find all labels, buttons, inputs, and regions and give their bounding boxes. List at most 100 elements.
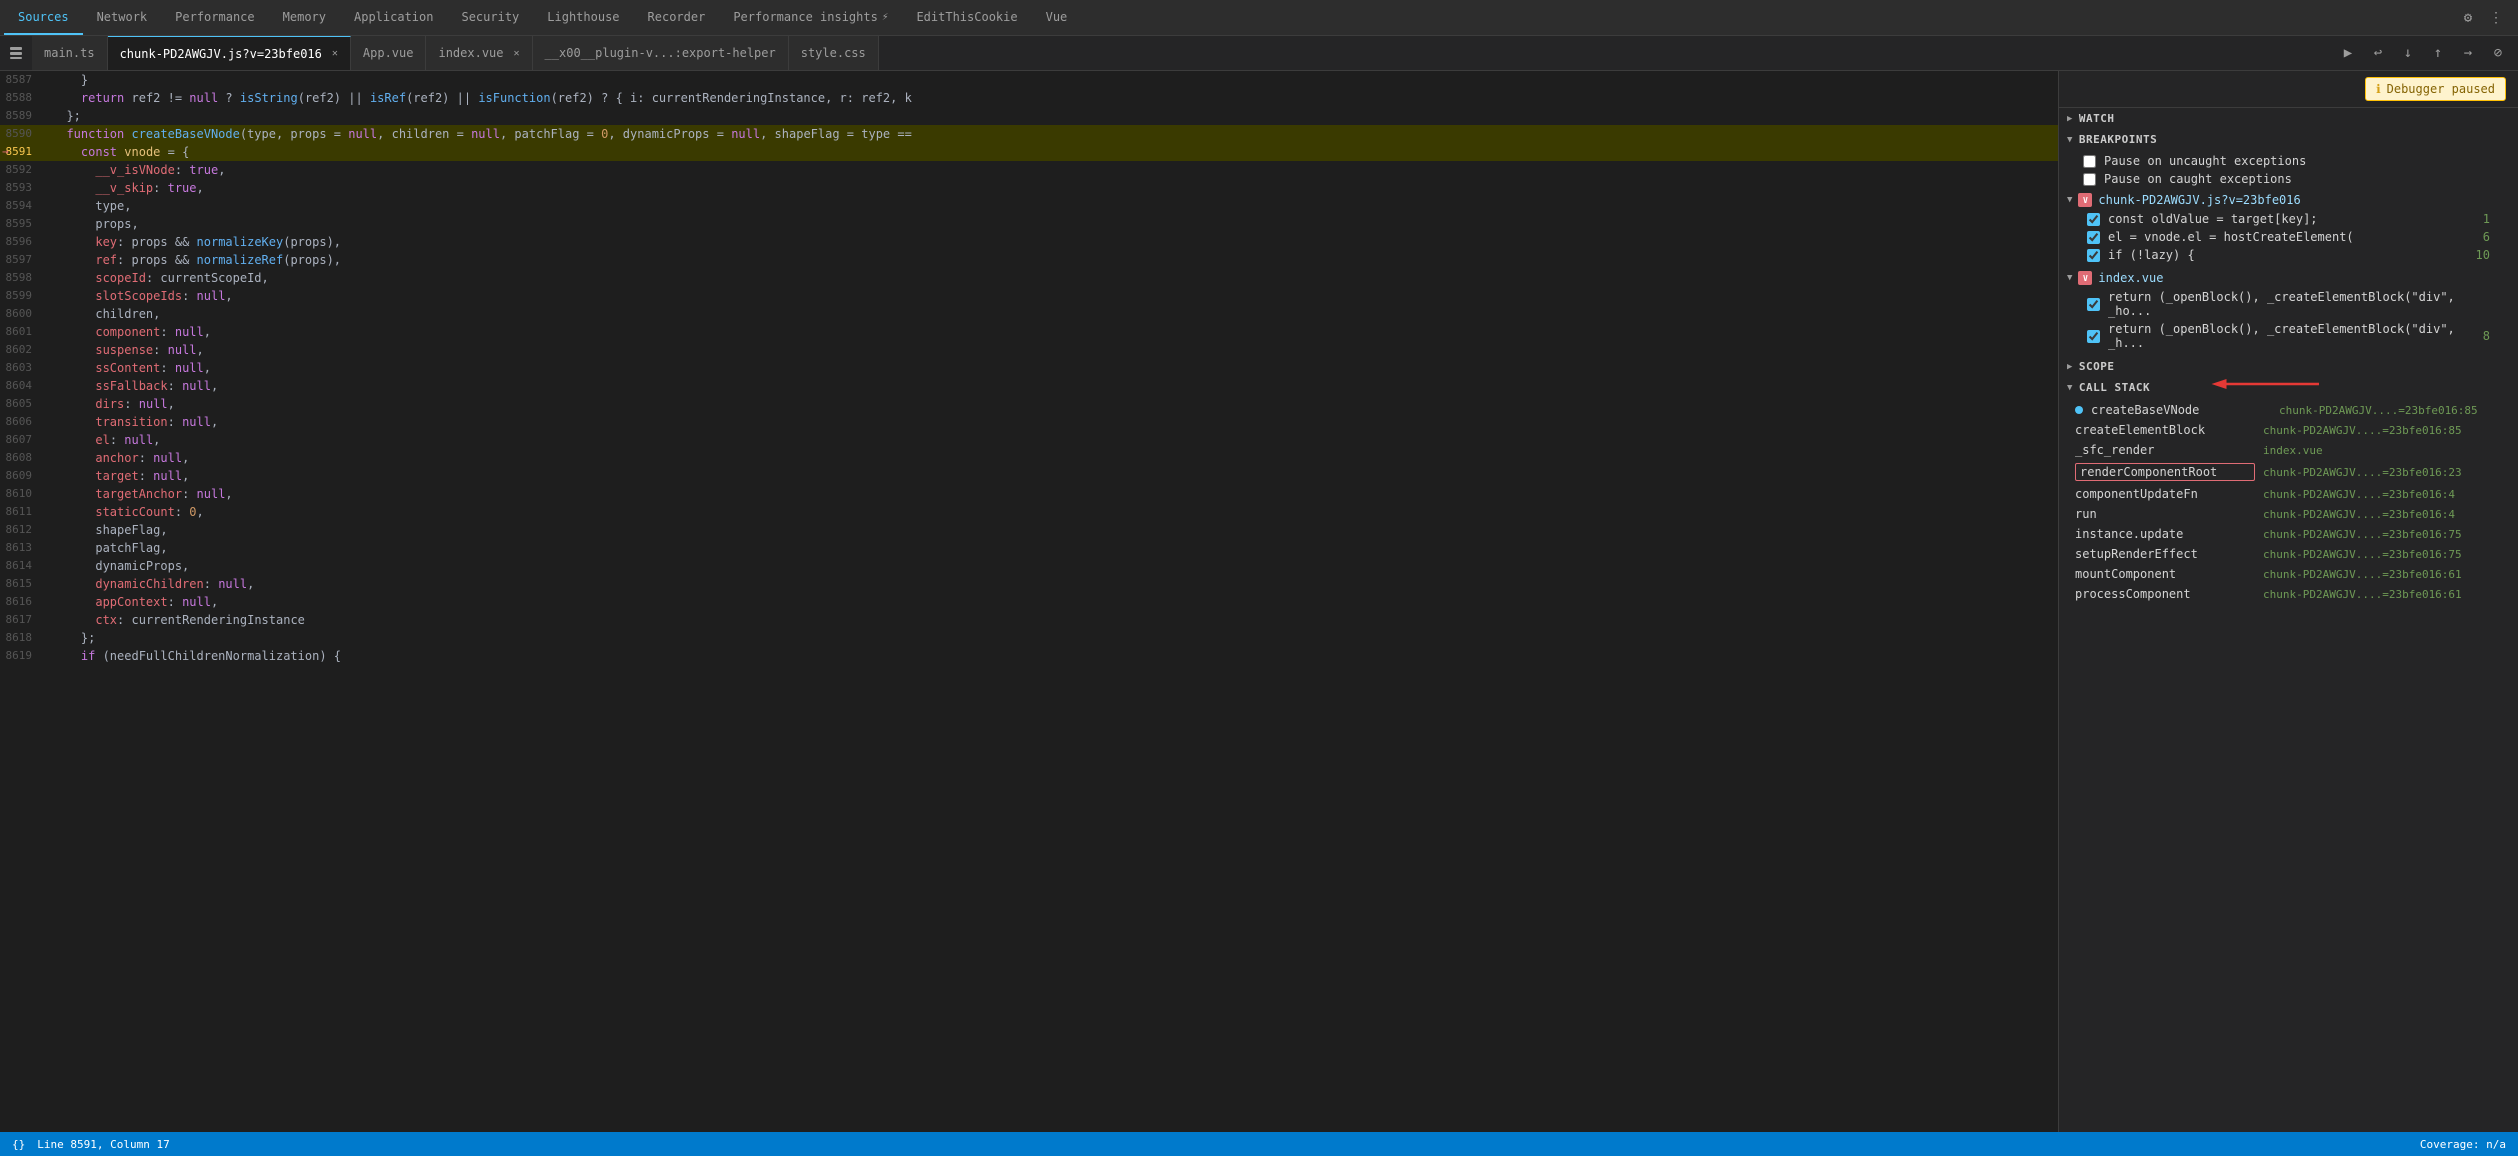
bp-code-chunk-2: if (!lazy) { bbox=[2108, 248, 2195, 262]
code-line-8599: 8599 slotScopeIds: null, bbox=[0, 287, 2058, 305]
pause-uncaught-item[interactable]: Pause on uncaught exceptions bbox=[2059, 152, 2518, 170]
bp-item-chunk-0[interactable]: const oldValue = target[key]; 1 bbox=[2059, 210, 2518, 228]
cs-item-3[interactable]: renderComponentRoot chunk-PD2AWGJV....=2… bbox=[2059, 460, 2518, 484]
breakpoints-chevron: ▼ bbox=[2067, 135, 2073, 145]
callstack-label: Call Stack bbox=[2079, 381, 2150, 394]
bp-item-chunk-1[interactable]: el = vnode.el = hostCreateElement( 6 bbox=[2059, 228, 2518, 246]
scope-label: Scope bbox=[2079, 360, 2115, 373]
cs-item-5[interactable]: run chunk-PD2AWGJV....=23bfe016:4 bbox=[2059, 504, 2518, 524]
tab-memory[interactable]: Memory bbox=[269, 0, 340, 35]
panel-scroll[interactable]: ▶ Watch ▼ Breakpoints Pause on uncaught … bbox=[2059, 108, 2518, 1132]
bp-checkbox-chunk-0[interactable] bbox=[2087, 213, 2100, 226]
cs-fn-4: componentUpdateFn bbox=[2075, 487, 2255, 501]
bp-file-icon-index: V bbox=[2078, 271, 2092, 285]
cs-fn-0: createBaseVNode bbox=[2091, 403, 2271, 417]
close-tab-chunk[interactable]: ✕ bbox=[332, 48, 338, 59]
bp-checkbox-chunk-2[interactable] bbox=[2087, 249, 2100, 262]
cs-item-7[interactable]: setupRenderEffect chunk-PD2AWGJV....=23b… bbox=[2059, 544, 2518, 564]
code-line-8587: 8587 } bbox=[0, 71, 2058, 89]
top-tab-bar: Sources Network Performance Memory Appli… bbox=[0, 0, 2518, 36]
watch-section-header[interactable]: ▶ Watch bbox=[2059, 108, 2518, 129]
code-line-8589: 8589 }; bbox=[0, 107, 2058, 125]
status-bar: {} Line 8591, Column 17 Coverage: n/a bbox=[0, 1132, 2518, 1156]
file-tab-main-ts[interactable]: main.ts bbox=[32, 36, 108, 70]
breakpoints-section-header[interactable]: ▼ Breakpoints bbox=[2059, 129, 2518, 150]
file-tab-style-css[interactable]: style.css bbox=[789, 36, 879, 70]
scope-chevron: ▶ bbox=[2067, 362, 2073, 372]
deactivate-bp-icon[interactable]: ⊘ bbox=[2486, 41, 2510, 65]
cs-file-0: chunk-PD2AWGJV....=23bfe016:85 bbox=[2279, 404, 2478, 417]
pause-caught-item[interactable]: Pause on caught exceptions bbox=[2059, 170, 2518, 188]
cs-item-2[interactable]: _sfc_render index.vue bbox=[2059, 440, 2518, 460]
code-line-8603: 8603 ssContent: null, bbox=[0, 359, 2058, 377]
cs-fn-5: run bbox=[2075, 507, 2255, 521]
bp-code-chunk-1: el = vnode.el = hostCreateElement( bbox=[2108, 230, 2354, 244]
code-line-8611: 8611 staticCount: 0, bbox=[0, 503, 2058, 521]
code-editor[interactable]: 8587 } 8588 return ref2 != null ? isStri… bbox=[0, 71, 2058, 1132]
resume-icon[interactable]: ▶ bbox=[2336, 41, 2360, 65]
code-line-8590: 8590 function createBaseVNode(type, prop… bbox=[0, 125, 2058, 143]
cs-item-1[interactable]: createElementBlock chunk-PD2AWGJV....=23… bbox=[2059, 420, 2518, 440]
tab-recorder[interactable]: Recorder bbox=[634, 0, 720, 35]
step-out-icon[interactable]: ↑ bbox=[2426, 41, 2450, 65]
bp-checkbox-index-1[interactable] bbox=[2087, 330, 2100, 343]
code-line-8593: 8593 __v_skip: true, bbox=[0, 179, 2058, 197]
tab-performance[interactable]: Performance bbox=[161, 0, 268, 35]
cs-item-8[interactable]: mountComponent chunk-PD2AWGJV....=23bfe0… bbox=[2059, 564, 2518, 584]
tab-security[interactable]: Security bbox=[447, 0, 533, 35]
pause-uncaught-label: Pause on uncaught exceptions bbox=[2104, 154, 2306, 168]
close-tab-index[interactable]: ✕ bbox=[514, 48, 520, 59]
step-over-icon[interactable]: ↩ bbox=[2366, 41, 2390, 65]
bp-checkbox-index-0[interactable] bbox=[2087, 298, 2100, 311]
callstack-chevron: ▼ bbox=[2067, 383, 2073, 393]
bp-file-header-index[interactable]: ▼ V index.vue bbox=[2059, 268, 2518, 288]
pause-uncaught-checkbox[interactable] bbox=[2083, 155, 2096, 168]
cs-item-4[interactable]: componentUpdateFn chunk-PD2AWGJV....=23b… bbox=[2059, 484, 2518, 504]
pause-caught-checkbox[interactable] bbox=[2083, 173, 2096, 186]
code-line-8617: 8617 ctx: currentRenderingInstance bbox=[0, 611, 2058, 629]
tab-network[interactable]: Network bbox=[83, 0, 162, 35]
code-line-8605: 8605 dirs: null, bbox=[0, 395, 2058, 413]
code-line-8608: 8608 anchor: null, bbox=[0, 449, 2058, 467]
code-line-8606: 8606 transition: null, bbox=[0, 413, 2058, 431]
step-icon[interactable]: → bbox=[2456, 41, 2480, 65]
cs-item-0[interactable]: createBaseVNode chunk-PD2AWGJV....=23bfe… bbox=[2059, 400, 2518, 420]
cs-fn-8: mountComponent bbox=[2075, 567, 2255, 581]
bp-code-index-0: return (_openBlock(), _createElementBloc… bbox=[2108, 290, 2490, 318]
bp-item-index-1[interactable]: return (_openBlock(), _createElementBloc… bbox=[2059, 320, 2518, 352]
tab-performance-insights[interactable]: Performance insights ⚡ bbox=[719, 0, 902, 35]
tab-application[interactable]: Application bbox=[340, 0, 447, 35]
tab-lighthouse[interactable]: Lighthouse bbox=[533, 0, 633, 35]
bp-item-index-0[interactable]: return (_openBlock(), _createElementBloc… bbox=[2059, 288, 2518, 320]
cs-fn-2: _sfc_render bbox=[2075, 443, 2255, 457]
code-line-8595: 8595 props, bbox=[0, 215, 2058, 233]
tab-sources[interactable]: Sources bbox=[4, 0, 83, 35]
file-tab-chunk[interactable]: chunk-PD2AWGJV.js?v=23bfe016 ✕ bbox=[108, 36, 351, 70]
status-coverage: Coverage: n/a bbox=[2420, 1138, 2506, 1151]
tab-editthiscookie[interactable]: EditThisCookie bbox=[902, 0, 1031, 35]
bp-item-chunk-2[interactable]: if (!lazy) { 10 bbox=[2059, 246, 2518, 264]
file-tab-index-vue[interactable]: index.vue ✕ bbox=[426, 36, 532, 70]
callstack-content: createBaseVNode chunk-PD2AWGJV....=23bfe… bbox=[2059, 398, 2518, 606]
debugger-banner: ℹ Debugger paused bbox=[2059, 71, 2518, 108]
bp-checkbox-chunk-1[interactable] bbox=[2087, 231, 2100, 244]
code-line-8604: 8604 ssFallback: null, bbox=[0, 377, 2058, 395]
tab-vue[interactable]: Vue bbox=[1032, 0, 1082, 35]
more-icon[interactable]: ⋮ bbox=[2486, 8, 2506, 28]
cs-item-9[interactable]: processComponent chunk-PD2AWGJV....=23bf… bbox=[2059, 584, 2518, 604]
bp-group-index: ▼ V index.vue return (_openBlock(), _cre… bbox=[2059, 266, 2518, 354]
bp-num-chunk-2: 10 bbox=[2470, 248, 2490, 262]
cs-item-6[interactable]: instance.update chunk-PD2AWGJV....=23bfe… bbox=[2059, 524, 2518, 544]
file-tab-app-vue[interactable]: App.vue bbox=[351, 36, 427, 70]
settings-icon[interactable]: ⚙ bbox=[2458, 8, 2478, 28]
callstack-section-header[interactable]: ▼ Call Stack bbox=[2059, 377, 2518, 398]
step-into-icon[interactable]: ↓ bbox=[2396, 41, 2420, 65]
scope-section-header[interactable]: ▶ Scope bbox=[2059, 356, 2518, 377]
cs-file-6: chunk-PD2AWGJV....=23bfe016:75 bbox=[2263, 528, 2462, 541]
bp-file-header-chunk[interactable]: ▼ V chunk-PD2AWGJV.js?v=23bfe016 bbox=[2059, 190, 2518, 210]
file-tree-icon[interactable] bbox=[0, 36, 32, 70]
code-line-8619: 8619 if (needFullChildrenNormalization) … bbox=[0, 647, 2058, 665]
bp-code-index-1: return (_openBlock(), _createElementBloc… bbox=[2108, 322, 2462, 350]
file-tab-export-helper[interactable]: __x00__plugin-v...:export-helper bbox=[533, 36, 789, 70]
cs-fn-9: processComponent bbox=[2075, 587, 2255, 601]
